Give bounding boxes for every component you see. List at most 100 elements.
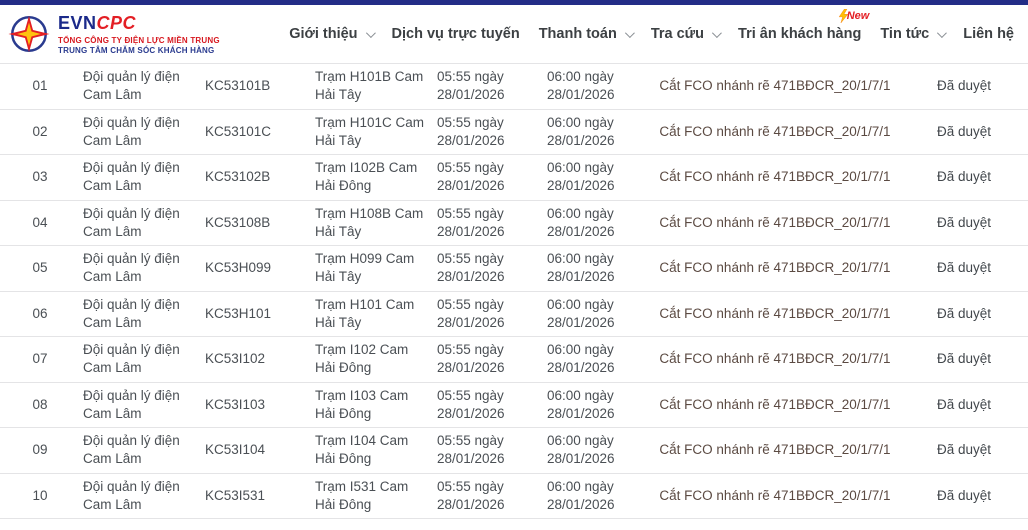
management-unit-text: Đội quản lý điện Cam Lâm	[83, 114, 185, 150]
outage-end-time: 06:00 ngày 28/01/2026	[540, 250, 650, 286]
row-number-text: 09	[0, 441, 80, 459]
chevron-down-icon	[712, 28, 722, 38]
station-name-text: Trạm H108B Cam Hải Tây	[315, 205, 425, 241]
row-number-text: 05	[0, 259, 80, 277]
row-number-text: 01	[0, 77, 80, 95]
management-unit-text: Đội quản lý điện Cam Lâm	[83, 387, 185, 423]
outage-start-time-text: 05:55 ngày 28/01/2026	[437, 432, 519, 468]
row-number-text: 02	[0, 123, 80, 141]
status-badge-text: Đã duyệt	[900, 168, 1028, 186]
outage-start-time: 05:55 ngày 28/01/2026	[430, 68, 540, 104]
station-code-text: KC53102B	[205, 168, 305, 186]
chevron-down-icon	[625, 28, 635, 38]
logo-text: EVNCPC TỔNG CÔNG TY ĐIỆN LỰC MIỀN TRUNG …	[58, 13, 220, 55]
nav-item-thanh-toan[interactable]: Thanh toán	[537, 20, 634, 48]
table-row[interactable]: 03Đội quản lý điện Cam LâmKC53102BTrạm I…	[0, 155, 1028, 201]
row-number: 08	[0, 396, 80, 414]
outage-start-time: 05:55 ngày 28/01/2026	[430, 341, 540, 377]
outage-reason-text: Cắt FCO nhánh rẽ 471BĐCR_20/1/7/1	[650, 441, 900, 459]
outage-start-time-text: 05:55 ngày 28/01/2026	[437, 341, 519, 377]
station-name-text: Trạm H101B Cam Hải Tây	[315, 68, 425, 104]
table-row[interactable]: 06Đội quản lý điện Cam LâmKC53H101Trạm H…	[0, 292, 1028, 338]
station-name-text: Trạm I104 Cam Hải Đông	[315, 432, 425, 468]
station-name: Trạm H101C Cam Hải Tây	[305, 114, 430, 150]
outage-reason: Cắt FCO nhánh rẽ 471BĐCR_20/1/7/1	[650, 123, 900, 141]
station-name-text: Trạm H099 Cam Hải Tây	[315, 250, 425, 286]
evn-star-icon	[8, 13, 50, 55]
nav-item-tri-an-khach-hang[interactable]: Tri ân khách hàngNew	[736, 20, 863, 48]
status-badge-text: Đã duyệt	[900, 487, 1028, 505]
outage-end-time: 06:00 ngày 28/01/2026	[540, 341, 650, 377]
table-row[interactable]: 07Đội quản lý điện Cam LâmKC53I102Trạm I…	[0, 337, 1028, 383]
table-row[interactable]: 05Đội quản lý điện Cam LâmKC53H099Trạm H…	[0, 246, 1028, 292]
station-name-text: Trạm I103 Cam Hải Đông	[315, 387, 425, 423]
management-unit: Đội quản lý điện Cam Lâm	[80, 341, 195, 377]
new-badge-label: New	[847, 11, 870, 22]
outage-reason: Cắt FCO nhánh rẽ 471BĐCR_20/1/7/1	[650, 77, 900, 95]
outage-start-time: 05:55 ngày 28/01/2026	[430, 478, 540, 514]
row-number-text: 08	[0, 396, 80, 414]
status-badge-text: Đã duyệt	[900, 123, 1028, 141]
outage-end-time-text: 06:00 ngày 28/01/2026	[547, 114, 629, 150]
status-badge: Đã duyệt	[900, 441, 1028, 459]
status-badge: Đã duyệt	[900, 350, 1028, 368]
station-name: Trạm H108B Cam Hải Tây	[305, 205, 430, 241]
nav-item-tra-cuu[interactable]: Tra cứu	[649, 20, 721, 48]
outage-reason-text: Cắt FCO nhánh rẽ 471BĐCR_20/1/7/1	[650, 487, 900, 505]
nav-item-tin-tuc[interactable]: Tin tức	[878, 20, 946, 48]
outage-reason: Cắt FCO nhánh rẽ 471BĐCR_20/1/7/1	[650, 305, 900, 323]
outage-start-time: 05:55 ngày 28/01/2026	[430, 387, 540, 423]
outage-start-time-text: 05:55 ngày 28/01/2026	[437, 205, 519, 241]
table-row[interactable]: 04Đội quản lý điện Cam LâmKC53108BTrạm H…	[0, 201, 1028, 247]
outage-reason-text: Cắt FCO nhánh rẽ 471BĐCR_20/1/7/1	[650, 77, 900, 95]
station-code: KC53102B	[195, 168, 305, 186]
station-name: Trạm I103 Cam Hải Đông	[305, 387, 430, 423]
outage-start-time-text: 05:55 ngày 28/01/2026	[437, 387, 519, 423]
outage-reason-text: Cắt FCO nhánh rẽ 471BĐCR_20/1/7/1	[650, 396, 900, 414]
station-name-text: Trạm H101C Cam Hải Tây	[315, 114, 425, 150]
station-code: KC53I104	[195, 441, 305, 459]
outage-reason: Cắt FCO nhánh rẽ 471BĐCR_20/1/7/1	[650, 396, 900, 414]
table-row[interactable]: 08Đội quản lý điện Cam Lâm KC53I103 Trạm I…	[0, 383, 1028, 429]
nav-item-dich-vu-truc-tuyen[interactable]: Dịch vụ trực tuyến	[390, 20, 522, 48]
nav-item-gioi-thieu[interactable]: Giới thiệu	[287, 20, 374, 48]
station-name: Trạm H101B Cam Hải Tây	[305, 68, 430, 104]
outage-reason-text: Cắt FCO nhánh rẽ 471BĐCR_20/1/7/1	[650, 214, 900, 232]
table-row[interactable]: 10Đội quản lý điện Cam LâmKC53I531Trạm I…	[0, 474, 1028, 520]
nav-item-lien-he[interactable]: Liên hệ	[961, 20, 1016, 48]
outage-end-time: 06:00 ngày 28/01/2026	[540, 478, 650, 514]
management-unit-text: Đội quản lý điện Cam Lâm	[83, 341, 185, 377]
outage-reason-text: Cắt FCO nhánh rẽ 471BĐCR_20/1/7/1	[650, 123, 900, 141]
status-badge: Đã duyệt	[900, 168, 1028, 186]
management-unit-text: Đội quản lý điện Cam Lâm	[83, 432, 185, 468]
station-name: Trạm H099 Cam Hải Tây	[305, 250, 430, 286]
station-name-text: Trạm H101 Cam Hải Tây	[315, 296, 425, 332]
outage-reason-text: Cắt FCO nhánh rẽ 471BĐCR_20/1/7/1	[650, 259, 900, 277]
outage-end-time: 06:00 ngày 28/01/2026	[540, 432, 650, 468]
management-unit: Đội quản lý điện Cam Lâm	[80, 296, 195, 332]
table-row[interactable]: 01Đội quản lý điện Cam LâmKC53101BTrạm H…	[0, 64, 1028, 110]
nav-item-label: Dịch vụ trực tuyến	[392, 26, 520, 42]
brand-evn: EVN	[58, 13, 97, 33]
station-name-text: Trạm I102 Cam Hải Đông	[315, 341, 425, 377]
row-number-text: 03	[0, 168, 80, 186]
management-unit: Đội quản lý điện Cam Lâm	[80, 159, 195, 195]
outage-end-time-text: 06:00 ngày 28/01/2026	[547, 205, 629, 241]
row-number: 10	[0, 487, 80, 505]
outage-end-time: 06:00 ngày 28/01/2026	[540, 159, 650, 195]
station-code-text: KC53H101	[205, 305, 305, 323]
management-unit-text: Đội quản lý điện Cam Lâm	[83, 68, 185, 104]
nav-item-label: Tra cứu	[651, 26, 704, 42]
management-unit-text: Đội quản lý điện Cam Lâm	[83, 250, 185, 286]
station-code-text: KC53I531	[205, 487, 305, 505]
row-number: 01	[0, 77, 80, 95]
table-row[interactable]: 02Đội quản lý điện Cam Lâm KC53101C Trạm H…	[0, 110, 1028, 156]
evncpc-logo[interactable]: EVNCPC TỔNG CÔNG TY ĐIỆN LỰC MIỀN TRUNG …	[8, 13, 220, 55]
station-code: KC53101C	[195, 123, 305, 141]
table-row[interactable]: 09Đội quản lý điện Cam Lâm KC53I104 Trạm I…	[0, 428, 1028, 474]
station-code: KC53108B	[195, 214, 305, 232]
station-code-text: KC53I103	[205, 396, 305, 414]
management-unit: Đội quản lý điện Cam Lâm	[80, 205, 195, 241]
station-code: KC53I102	[195, 350, 305, 368]
station-code-text: KC53I102	[205, 350, 305, 368]
